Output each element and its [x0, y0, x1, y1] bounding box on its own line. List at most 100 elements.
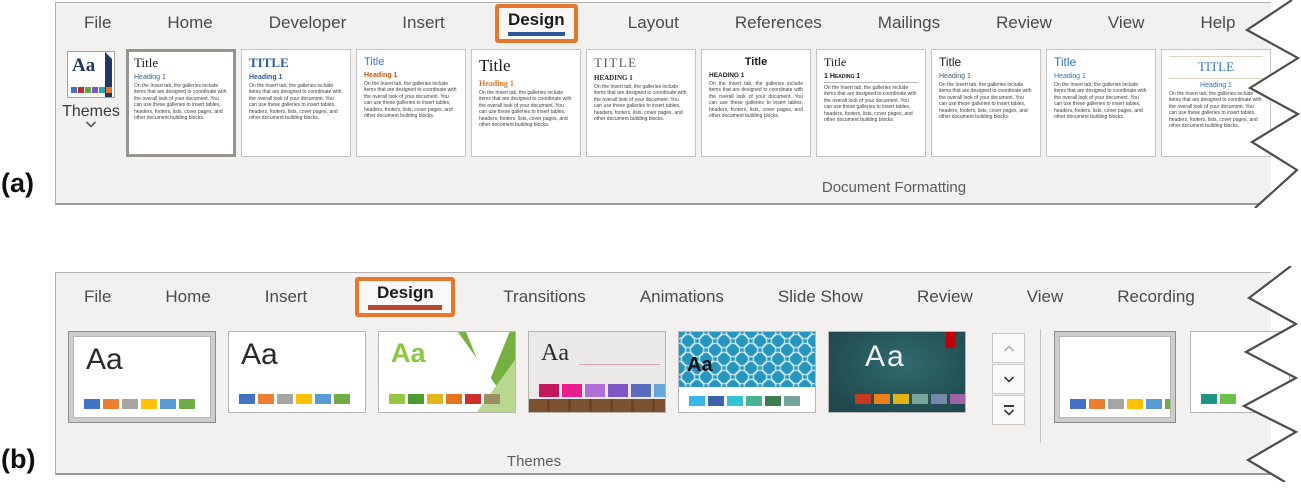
color-swatch — [874, 394, 890, 404]
styleset-heading: Heading 1 — [939, 73, 1033, 80]
tab-transitions[interactable]: Transitions — [503, 287, 586, 307]
theme-color-strip — [389, 394, 500, 404]
style-set-thumbnail[interactable]: Title 1 Heading 1 On the Insert tab, the… — [816, 49, 926, 157]
figure-two-ribbons: (a) (b) File Home Developer Insert Desig… — [0, 0, 1301, 489]
color-swatch — [92, 87, 98, 93]
styleset-title: Title — [824, 56, 918, 70]
group-label-themes: Themes — [507, 453, 561, 470]
tab-references[interactable]: References — [735, 13, 822, 33]
color-swatch — [315, 394, 331, 404]
theme-thumbnail[interactable]: Aa — [228, 331, 366, 413]
tab-help[interactable]: Help — [1200, 13, 1235, 33]
color-swatch — [141, 399, 157, 409]
powerpoint-ribbon: File Home Insert Design Transitions Anim… — [55, 272, 1271, 475]
tab-file[interactable]: File — [84, 287, 111, 307]
theme-color-strip — [539, 384, 666, 397]
color-swatch — [296, 394, 312, 404]
tab-label: Slide Show — [778, 287, 863, 306]
tab-animations[interactable]: Animations — [640, 287, 724, 307]
tab-view[interactable]: View — [1108, 13, 1145, 33]
styleset-body: On the Insert tab, the galleries include… — [249, 83, 343, 122]
styleset-title: Title — [709, 56, 803, 69]
color-swatch — [103, 399, 119, 409]
tab-label: Insert — [265, 287, 308, 306]
tab-slide-show[interactable]: Slide Show — [778, 287, 863, 307]
tab-view[interactable]: View — [1027, 287, 1064, 307]
color-swatch — [1165, 399, 1171, 409]
tab-label: View — [1027, 287, 1064, 306]
styleset-title: Title — [939, 56, 1033, 70]
themes-button-label: Themes — [62, 103, 120, 121]
tab-recording[interactable]: Recording — [1117, 287, 1195, 307]
styleset-body: On the Insert tab, the galleries include… — [939, 82, 1033, 121]
tab-label: Design — [377, 283, 434, 303]
tab-home[interactable]: Home — [167, 13, 212, 33]
style-set-thumbnail[interactable]: Title HEADING 1 On the Insert tab, the g… — [701, 49, 811, 157]
tab-label: Help — [1200, 13, 1235, 32]
color-swatch — [122, 399, 138, 409]
style-set-thumbnail[interactable]: TITLE HEADING 1 On the Insert tab, the g… — [586, 49, 696, 157]
style-set-gallery: Title Heading 1 On the Insert tab, the g… — [126, 47, 1271, 157]
color-swatch — [950, 394, 966, 404]
tab-review[interactable]: Review — [996, 13, 1052, 33]
color-swatch — [258, 394, 274, 404]
style-set-thumbnail[interactable]: TITLE Heading 1 On the Insert tab, the g… — [1161, 49, 1271, 157]
page-fold-decoration — [105, 52, 112, 59]
tab-design-active[interactable]: Design — [355, 277, 455, 317]
figure-label-a: (a) — [1, 168, 34, 199]
style-set-thumbnail[interactable]: Title Heading 1 On the Insert tab, the g… — [356, 49, 466, 157]
tab-layout[interactable]: Layout — [628, 13, 679, 33]
style-set-thumbnail[interactable]: TITLE Heading 1 On the Insert tab, the g… — [241, 49, 351, 157]
color-swatch — [585, 384, 605, 397]
variant-thumbnail[interactable] — [1190, 331, 1290, 413]
theme-thumbnail[interactable]: Aa — [828, 331, 966, 413]
styleset-body: On the Insert tab, the galleries include… — [479, 90, 573, 129]
tab-review[interactable]: Review — [917, 287, 973, 307]
tab-developer[interactable]: Developer — [269, 13, 347, 33]
tab-insert[interactable]: Insert — [402, 13, 445, 33]
theme-sample-text: Aa — [865, 340, 906, 374]
active-tab-underline — [508, 32, 565, 36]
theme-thumbnail-selected[interactable]: Aa — [73, 336, 211, 418]
color-swatch — [71, 87, 77, 93]
tab-design-active[interactable]: Design — [495, 4, 578, 43]
tab-label: Design — [508, 10, 565, 30]
style-set-thumbnail-selected[interactable]: Title Heading 1 On the Insert tab, the g… — [126, 49, 236, 157]
color-swatch — [539, 384, 559, 397]
styleset-body: On the Insert tab, the galleries include… — [1054, 82, 1148, 121]
style-set-thumbnail[interactable]: Title Heading 1 On the Insert tab, the g… — [931, 49, 1041, 157]
theme-sample-text: Aa — [687, 354, 713, 377]
color-swatch — [1146, 399, 1162, 409]
styleset-heading: HEADING 1 — [594, 74, 688, 82]
theme-thumbnail[interactable]: Aa — [528, 331, 666, 413]
gallery-scroll-up-button[interactable] — [992, 333, 1025, 363]
color-swatch — [277, 394, 293, 404]
tab-insert[interactable]: Insert — [265, 287, 308, 307]
themes-dropdown-button[interactable]: Aa Themes — [62, 47, 120, 128]
variant-thumbnail-selected[interactable] — [1059, 336, 1171, 418]
style-set-thumbnail[interactable]: Title Heading 1 On the Insert tab, the g… — [471, 49, 581, 157]
color-swatch — [465, 394, 481, 404]
styleset-heading: Heading 1 — [1054, 73, 1148, 80]
color-swatch — [85, 87, 91, 93]
styleset-heading: Heading 1 — [249, 74, 343, 81]
gallery-more-button[interactable] — [992, 395, 1025, 425]
theme-thumbnail[interactable]: Aa — [678, 331, 816, 413]
tab-home[interactable]: Home — [165, 287, 210, 307]
color-swatch — [1220, 394, 1236, 404]
color-swatch — [562, 384, 582, 397]
color-swatch — [389, 394, 405, 404]
tab-label: Home — [167, 13, 212, 32]
tab-mailings[interactable]: Mailings — [878, 13, 940, 33]
color-swatch — [931, 394, 947, 404]
color-swatch — [689, 396, 705, 406]
theme-color-strip — [1070, 399, 1171, 409]
tab-file[interactable]: File — [84, 13, 111, 33]
styleset-heading: HEADING 1 — [709, 72, 803, 79]
styleset-title: Title — [479, 56, 573, 76]
style-set-thumbnail[interactable]: Title Heading 1 On the Insert tab, the g… — [1046, 49, 1156, 157]
chevron-down-icon — [1003, 409, 1015, 416]
styleset-body: On the Insert tab, the galleries include… — [824, 85, 918, 124]
theme-thumbnail[interactable]: Aa — [378, 331, 516, 413]
gallery-scroll-down-button[interactable] — [992, 364, 1025, 394]
